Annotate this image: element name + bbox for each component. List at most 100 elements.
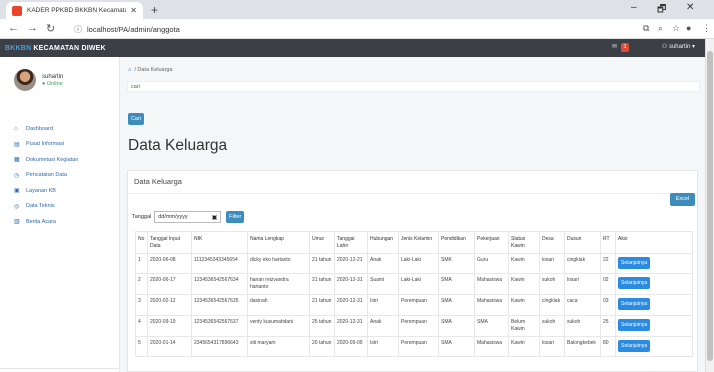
sidebar-menu: ⌂ Dashboard ▤ Pusat Informasi ▦ Dokumetasi … (14, 121, 78, 230)
table-cell: losari (539, 252, 565, 275)
profile-icon[interactable]: ● (686, 23, 691, 33)
zoom-icon[interactable]: ⌕ (658, 23, 663, 34)
sidebar-item-dashboard[interactable]: ⌂ Dashboard (14, 121, 78, 137)
table-cell: dasinah (247, 294, 310, 316)
header-user-name: suhartin (668, 44, 691, 50)
news-icon: ▥ (14, 219, 20, 226)
table-cell: Belum Kawin (508, 314, 540, 337)
info-circle-icon[interactable]: ⓘ (74, 24, 82, 35)
selanjutnya-button[interactable]: Selanjutnya (618, 298, 651, 311)
app-brand[interactable]: BKKBN KECAMATAN DIWEK (0, 45, 106, 52)
data-table: No Tanggal Input Data NIK Nama Lengkap U… (135, 231, 693, 358)
table-cell: sukoh (539, 273, 565, 296)
sidebar-item-pusat-informasi[interactable]: ▤ Pusat Informasi (14, 137, 78, 153)
table-row: 5 2020-01-14 2345654317896643 siti maryam 20… (135, 335, 693, 358)
table-cell: Balongkebek (564, 335, 601, 358)
column-header: Pekerjaan (474, 231, 509, 254)
table-cell: 2020-12-31 (334, 294, 368, 316)
maximize-button[interactable]: 🗗 (657, 2, 666, 19)
new-tab-button[interactable]: + (151, 3, 158, 17)
selanjutnya-button[interactable]: Selanjutnya (618, 339, 651, 352)
table-cell: 25 (600, 314, 616, 337)
table-cell: 2020-05-09 (334, 335, 368, 358)
table-row: 1 2020-06-08 1112345343345654 dicky eko har… (135, 252, 693, 275)
column-header: Tanggal Lahir (334, 231, 368, 254)
table-cell: Kawin (508, 294, 540, 316)
table-cell-aksi: Selanjutnya (615, 314, 693, 337)
table-cell: Mahasiswa (474, 294, 509, 316)
url-field[interactable]: ⓘ localhost/PA/admin/anggota (74, 22, 579, 36)
table-cell: caca (564, 294, 601, 316)
sidebar-item-dokumentasi[interactable]: ▦ Dokumetasi Kegiatan (14, 152, 78, 168)
table-cell: Istri (367, 294, 399, 316)
table-cell: 2020-12-21 (334, 252, 368, 275)
sidebar-divider (0, 368, 120, 372)
selanjutnya-button[interactable]: Selanjutnya (618, 256, 651, 269)
calendar-icon[interactable]: ▣ (212, 214, 218, 221)
table-cell: SMA (438, 335, 475, 358)
excel-button[interactable]: Excel (670, 193, 695, 206)
sidebar-item-layanan-kb[interactable]: ▣ Layanan KB (14, 183, 78, 199)
selanjutnya-button[interactable]: Selanjutnya (618, 277, 651, 290)
notification-badge: 1 (621, 43, 629, 52)
avatar (14, 69, 36, 91)
card-title: Data Keluarga (134, 177, 182, 186)
cari-button[interactable]: Cari (128, 113, 144, 125)
table-cell: Laki-Laki (398, 252, 439, 275)
table-cell: 2020-12-31 (334, 273, 368, 296)
url-text: localhost/PA/admin/anggota (87, 24, 180, 34)
table-cell: 2020-12-31 (334, 314, 368, 337)
mail-icon[interactable]: ✉ (612, 43, 617, 50)
app-header: BKKBN KECAMATAN DIWEK ✉ 1 ⚇ suhartin ▾ (0, 39, 705, 57)
sidebar: suhartin ● Online ⌂ Dashboard ▤ Pusat Info… (0, 57, 120, 372)
selanjutnya-button[interactable]: Selanjutnya (618, 318, 651, 331)
sidebar-item-pencatatan-data[interactable]: ◷ Pencatatan Data (14, 168, 78, 184)
table-cell: Mahasiswa (474, 335, 509, 358)
reload-icon[interactable]: ↻ (46, 22, 55, 35)
filter-button[interactable]: Filter (226, 211, 245, 223)
data-card: Data Keluarga Excel Tanggal dd/mm/yyyy ▣ … (127, 170, 698, 372)
sidebar-item-data-teknis[interactable]: ◎ Data Teknis (14, 199, 78, 215)
info-icon: ▤ (14, 141, 20, 148)
column-header: Desa (539, 231, 565, 254)
column-header: Hubungan (367, 231, 399, 254)
menu-dots-icon[interactable]: ⋮ (702, 23, 711, 34)
dashboard-icon: ⌂ (14, 125, 18, 132)
date-input[interactable]: dd/mm/yyyy ▣ (154, 211, 222, 223)
table-cell: 21 tahun (309, 252, 335, 275)
table-cell: Guru (474, 252, 509, 275)
user-menu[interactable]: ⚇ suhartin ▾ (662, 43, 695, 50)
tab-close-icon[interactable]: ✕ (130, 6, 137, 15)
sidebar-item-berita-acara[interactable]: ▥ Berita Acara (14, 214, 78, 230)
table-cell: cingklak (564, 252, 601, 275)
translate-icon[interactable]: ⧉ (643, 23, 649, 34)
user-icon: ⚇ (661, 44, 668, 50)
close-window-button[interactable]: ✕ (686, 2, 694, 13)
browser-tab[interactable]: KADER PPKBD BKKBN Kecamatan ✕ (6, 2, 143, 19)
search-input[interactable]: cari (127, 81, 700, 92)
table-cell-aksi: Selanjutnya (615, 294, 693, 316)
table-cell: 1 (135, 252, 148, 275)
service-icon: ▣ (14, 188, 20, 195)
scrollbar-thumb[interactable] (707, 51, 713, 361)
table-cell: Anak (367, 252, 399, 275)
page-scrollbar[interactable] (705, 39, 714, 372)
table-cell: hanan reizvandra hartanto (247, 273, 310, 296)
column-header: Umur (309, 231, 335, 254)
minimize-button[interactable]: – (631, 2, 637, 13)
home-icon[interactable]: ⌂ (128, 67, 131, 73)
bookmark-star-icon[interactable]: ☆ (672, 23, 680, 34)
table-cell: SMA (438, 314, 475, 337)
forward-arrow-icon[interactable]: → (27, 22, 38, 34)
table-cell: Kawin (508, 273, 540, 296)
column-header: RT (600, 231, 616, 254)
site-favicon-icon (12, 5, 22, 16)
card-divider (128, 193, 697, 194)
table-cell-aksi: Selanjutnya (615, 273, 693, 296)
back-arrow-icon[interactable]: ← (8, 22, 19, 34)
table-cell: Mahasiswa (474, 273, 509, 296)
table-cell: venty kusumahdani (247, 314, 310, 337)
column-header: Pendidikan (438, 231, 475, 254)
table-cell: 2345654317896643 (191, 335, 248, 358)
column-header: Aksi (615, 231, 693, 254)
